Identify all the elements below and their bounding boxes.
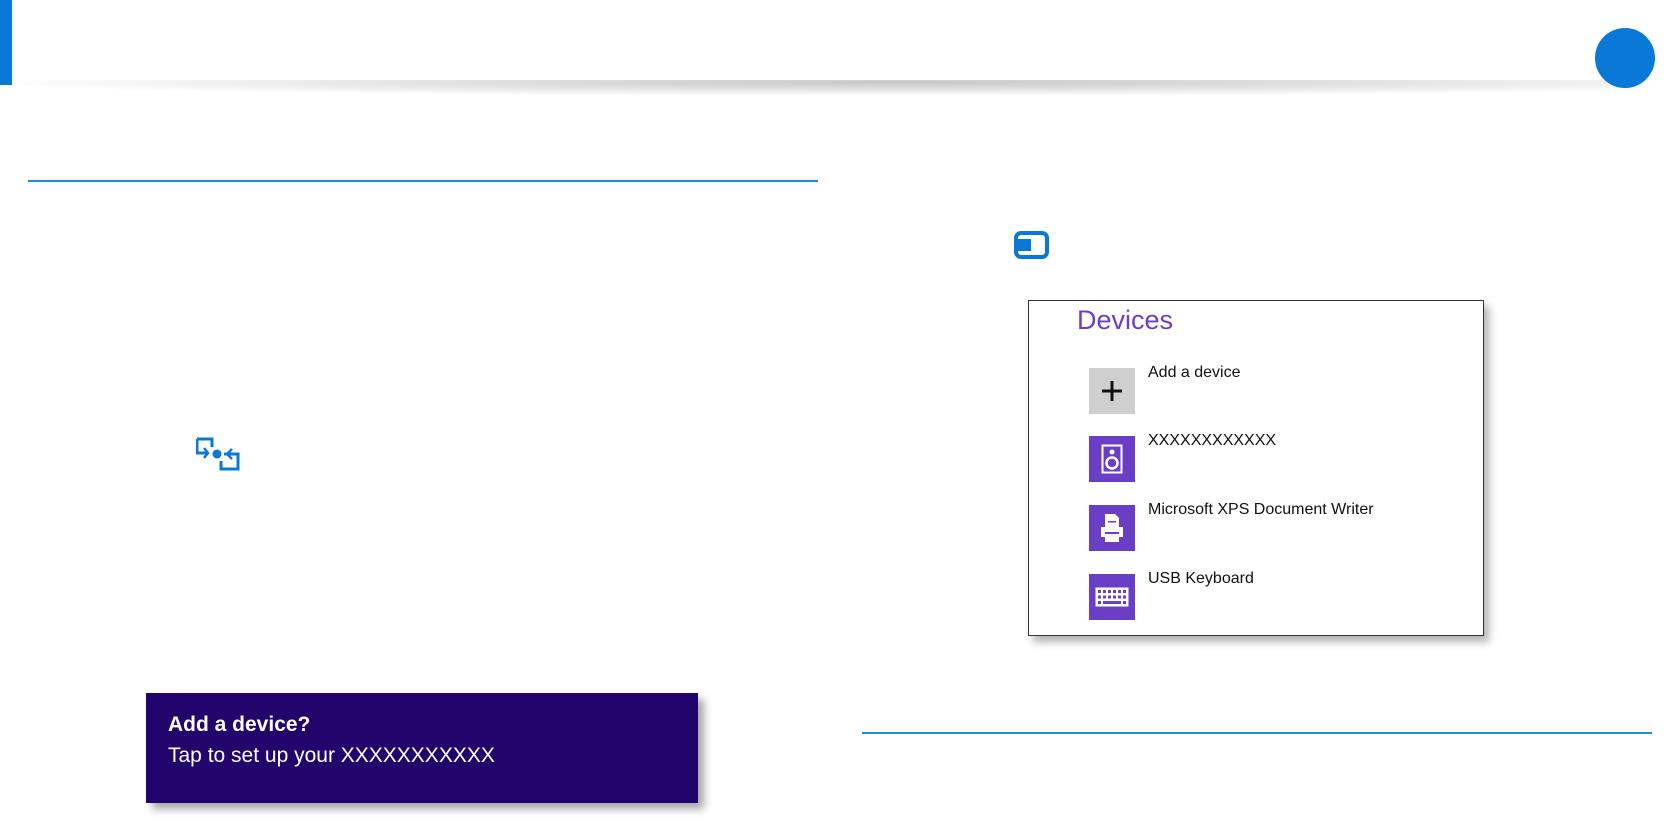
devices-charm-icon (1014, 231, 1049, 259)
keyboard-icon (1089, 574, 1135, 620)
plus-icon (1089, 368, 1135, 414)
devices-panel: Devices Add a device XXXXXXXXXXXX Micros… (1028, 300, 1484, 636)
device-item-xps-writer[interactable]: Microsoft XPS Document Writer (1089, 501, 1469, 555)
devices-panel-title: Devices (1077, 305, 1174, 335)
speaker-icon (1089, 436, 1135, 482)
section-rule-left (28, 180, 818, 182)
toast-title: Add a device? (168, 713, 311, 736)
left-accent-bar (0, 0, 12, 85)
device-label: Add a device (1148, 364, 1241, 381)
device-label: XXXXXXXXXXXX (1148, 432, 1277, 449)
device-item-keyboard[interactable]: USB Keyboard (1089, 570, 1469, 624)
add-device-toast[interactable]: Add a device? Tap to set up your XXXXXXX… (146, 693, 698, 803)
device-connect-icon (196, 437, 240, 471)
device-item-add[interactable]: Add a device (1089, 364, 1469, 418)
device-label: USB Keyboard (1148, 570, 1254, 587)
printer-icon (1089, 505, 1135, 551)
device-item-speaker[interactable]: XXXXXXXXXXXX (1089, 432, 1469, 486)
toast-body: Tap to set up your XXXXXXXXXXX (168, 744, 495, 767)
section-rule-right (862, 732, 1652, 734)
chapter-circle-badge (1595, 28, 1655, 88)
device-label: Microsoft XPS Document Writer (1148, 501, 1374, 518)
header-divider-shadow (0, 80, 1640, 96)
